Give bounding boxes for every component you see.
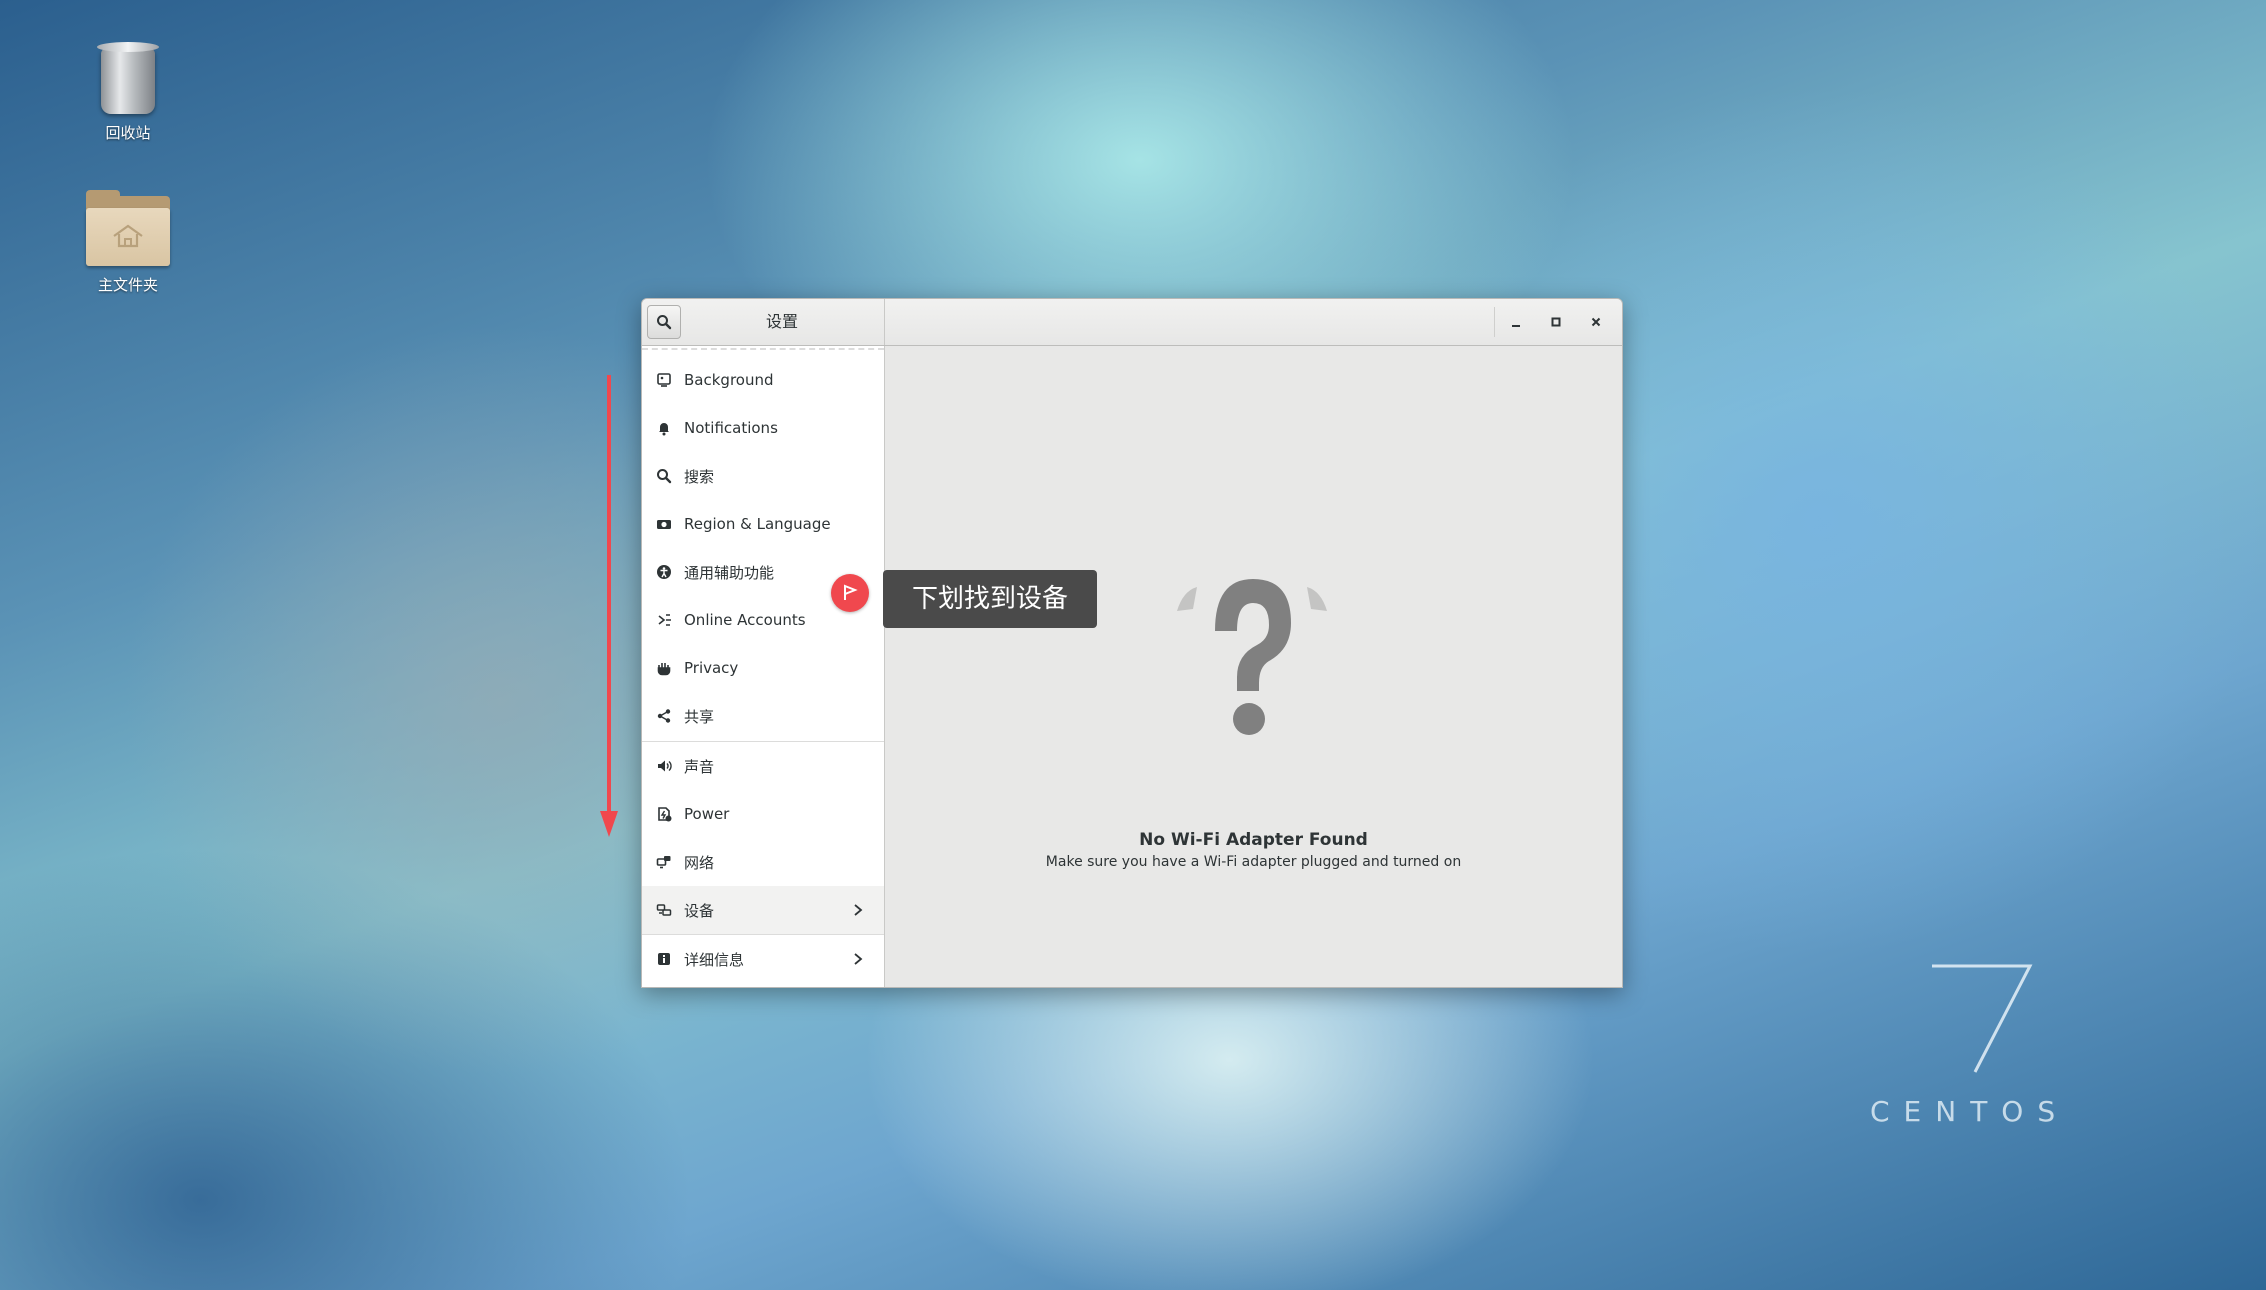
search-button[interactable] bbox=[647, 305, 681, 339]
desktop-icon-label: 回收站 bbox=[105, 124, 151, 142]
close-icon bbox=[1591, 317, 1601, 327]
sidebar-item-label: Notifications bbox=[684, 419, 778, 437]
titlebar-left: 设置 bbox=[642, 299, 885, 345]
trash-icon bbox=[97, 42, 159, 114]
sidebar-item-label: 详细信息 bbox=[684, 950, 745, 969]
close-button[interactable] bbox=[1582, 308, 1610, 336]
online-accounts-icon bbox=[658, 614, 671, 626]
sidebar-item-label: Online Accounts bbox=[684, 611, 806, 629]
sidebar-item-privacy[interactable]: Privacy bbox=[642, 644, 884, 692]
sidebar-item-background[interactable]: Background bbox=[642, 356, 884, 404]
chevron-right-icon bbox=[854, 953, 863, 965]
window-title: 设置 bbox=[765, 312, 798, 331]
titlebar-separator bbox=[1494, 307, 1495, 337]
background-icon bbox=[657, 373, 671, 387]
sidebar-item-details[interactable]: 详细信息 bbox=[642, 935, 884, 983]
maximize-button[interactable] bbox=[1542, 308, 1570, 336]
sidebar-item-label: Privacy bbox=[684, 659, 739, 677]
settings-sidebar: Background Notifications 搜索 Region & Lan… bbox=[642, 346, 885, 987]
empty-state-title: No Wi-Fi Adapter Found bbox=[1139, 830, 1368, 850]
settings-window: 设置 Background Notifications 搜索 Region & bbox=[641, 298, 1623, 988]
sidebar-item-power[interactable]: Power bbox=[642, 790, 884, 838]
bell-icon bbox=[659, 423, 669, 436]
maximize-icon bbox=[1551, 317, 1561, 327]
home-folder-icon bbox=[86, 190, 170, 266]
sidebar-item-search[interactable]: 搜索 bbox=[642, 452, 884, 500]
sidebar-item-region-language[interactable]: Region & Language bbox=[642, 500, 884, 548]
speaker-icon bbox=[658, 760, 672, 772]
region-icon bbox=[657, 520, 671, 529]
chevron-right-icon bbox=[854, 904, 863, 916]
sidebar-item-label: Power bbox=[684, 805, 730, 823]
centos-seven-logo bbox=[1932, 964, 2033, 1073]
scroll-edge-indicator bbox=[642, 348, 884, 350]
devices-icon bbox=[656, 904, 672, 916]
scroll-down-arrow bbox=[600, 375, 618, 837]
search-icon bbox=[657, 469, 672, 484]
centos-wordmark: CENTOS bbox=[1870, 1095, 2070, 1128]
sidebar-item-label: 搜索 bbox=[684, 467, 715, 486]
sidebar-item-network[interactable]: 网络 bbox=[642, 838, 884, 886]
pin-flag-icon bbox=[844, 584, 858, 600]
sidebar-item-label: 网络 bbox=[684, 853, 715, 872]
network-icon bbox=[656, 856, 671, 869]
sidebar-item-notifications[interactable]: Notifications bbox=[642, 404, 884, 452]
sidebar-item-label: Region & Language bbox=[684, 515, 831, 533]
desktop-icon-trash[interactable]: 回收站 bbox=[58, 42, 198, 143]
annotation-pin bbox=[831, 574, 869, 612]
sidebar-item-sharing[interactable]: 共享 bbox=[642, 692, 884, 740]
hand-icon bbox=[657, 663, 671, 676]
minimize-icon bbox=[1512, 325, 1520, 327]
question-mark-icon bbox=[1177, 579, 1327, 735]
sidebar-item-devices[interactable]: 设备 bbox=[642, 886, 884, 934]
sidebar-item-sound[interactable]: 声音 bbox=[642, 742, 884, 790]
sidebar-item-label: 设备 bbox=[684, 901, 715, 920]
desktop-icon-home-folder[interactable]: 主文件夹 bbox=[58, 190, 198, 295]
share-icon bbox=[657, 709, 671, 723]
minimize-button[interactable] bbox=[1502, 308, 1530, 336]
power-icon bbox=[658, 807, 672, 822]
sidebar-item-label: Background bbox=[684, 371, 774, 389]
empty-state-subtitle: Make sure you have a Wi-Fi adapter plugg… bbox=[1045, 854, 1462, 870]
search-icon bbox=[657, 315, 672, 330]
desktop-icon-label: 主文件夹 bbox=[97, 276, 158, 294]
sidebar-item-label: 声音 bbox=[684, 757, 715, 776]
sidebar-item-label: 共享 bbox=[684, 707, 715, 726]
annotation-tooltip: 下划找到设备 bbox=[883, 570, 1097, 628]
info-icon bbox=[658, 953, 670, 965]
wifi-panel: No Wi-Fi Adapter Found Make sure you hav… bbox=[885, 346, 1622, 987]
accessibility-icon bbox=[657, 565, 671, 579]
titlebar: 设置 bbox=[642, 299, 1622, 346]
